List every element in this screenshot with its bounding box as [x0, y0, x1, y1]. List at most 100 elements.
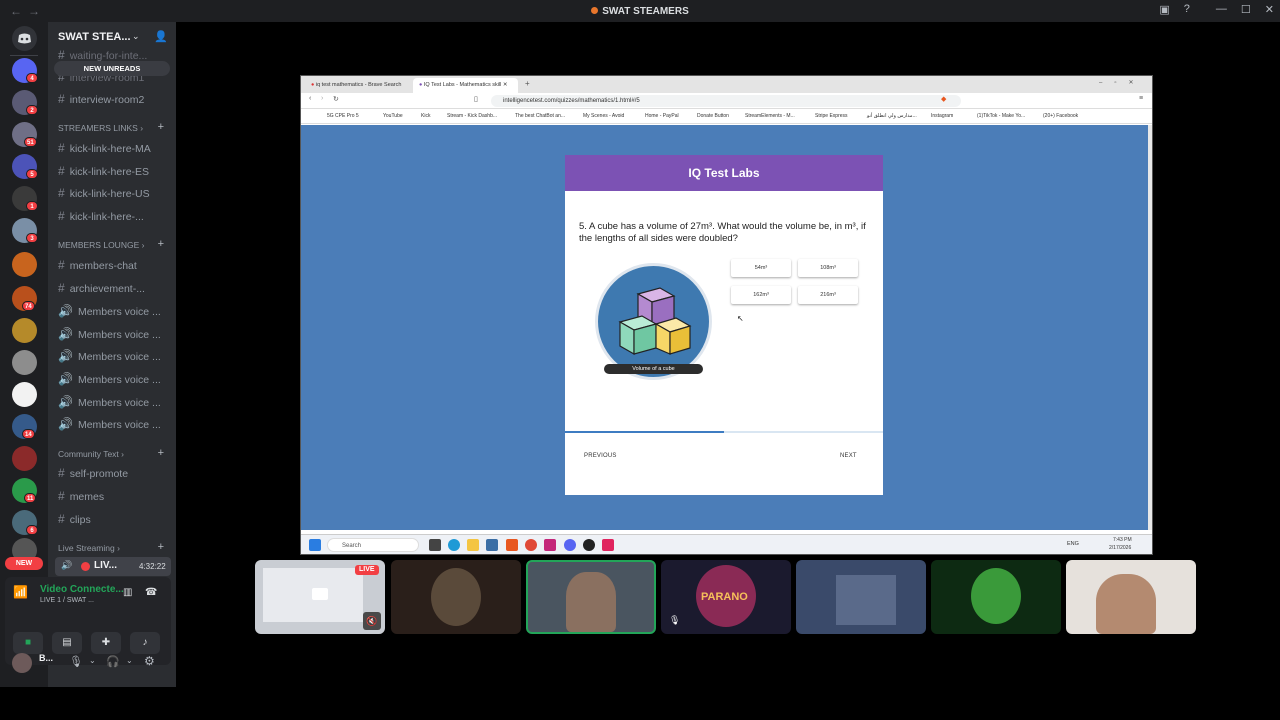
bookmark-item[interactable]: Instagram — [931, 113, 953, 119]
bookmark-item[interactable]: Home - PayPal — [645, 113, 679, 119]
participant-tile[interactable] — [1066, 560, 1196, 634]
window-controls[interactable]: –▫✕ — [1099, 79, 1146, 86]
browser-menu-icon[interactable]: ≡ — [1139, 95, 1143, 102]
folder-icon[interactable] — [467, 539, 479, 551]
obs-icon[interactable] — [583, 539, 595, 551]
bookmark-item[interactable]: Donate Button — [697, 113, 729, 119]
file-explorer-icon[interactable] — [429, 539, 441, 551]
discord-icon[interactable] — [564, 539, 576, 551]
add-channel-icon[interactable]: + — [158, 238, 164, 250]
discord-home-icon[interactable] — [12, 26, 37, 51]
answer-option[interactable]: 162m³ — [731, 286, 791, 304]
channel-item[interactable]: # kick-link-here-MA — [58, 141, 151, 155]
chevron-down-icon[interactable]: ⌄ — [126, 656, 133, 665]
clock-date[interactable]: 2/17/2026 — [1109, 545, 1131, 551]
add-channel-icon[interactable]: + — [158, 541, 164, 553]
avatar[interactable] — [12, 653, 32, 673]
channel-item[interactable]: # kick-link-here-US — [58, 186, 150, 200]
participant-tile[interactable] — [931, 560, 1061, 634]
username[interactable]: B... — [39, 653, 53, 663]
participant-tile-active[interactable] — [526, 560, 656, 634]
chevron-down-icon[interactable]: ⌄ — [89, 656, 96, 665]
microphone-icon[interactable]: 🎙 — [69, 655, 83, 668]
channel-item[interactable]: # self-promote — [58, 466, 128, 480]
bookmark-item[interactable]: StreamElements - M... — [745, 113, 795, 119]
language-indicator[interactable]: ENG — [1067, 541, 1079, 547]
answer-option[interactable]: 54m³ — [731, 259, 791, 277]
browser-tab-active[interactable]: ● IQ Test Labs - Mathematics skill ✕ — [413, 78, 518, 93]
mute-icon[interactable]: 🔇 — [363, 612, 381, 630]
bookmark-item[interactable]: 5G CPE Pro 5 — [327, 113, 359, 119]
voice-status-sub[interactable]: LIVE 1 / SWAT ... — [40, 597, 94, 604]
gear-icon[interactable]: ⚙ — [144, 654, 155, 668]
bookmark-item[interactable]: (20+) Facebook — [1043, 113, 1078, 119]
taskbar-search[interactable]: Search — [327, 538, 419, 552]
live-voice-channel[interactable]: 🔊 LIV... 4:32:22 — [55, 557, 171, 576]
category-header[interactable]: Community Text › — [58, 449, 124, 459]
category-header[interactable]: Live Streaming › — [58, 543, 120, 553]
noise-suppression-icon[interactable]: ▥ — [123, 587, 132, 598]
channel-item[interactable]: # members-chat — [58, 258, 137, 272]
previous-button[interactable]: PREVIOUS — [584, 453, 617, 459]
next-button[interactable]: NEXT — [840, 453, 857, 459]
answer-option[interactable]: 216m³ — [798, 286, 858, 304]
channel-item[interactable]: # waiting-for-inte... — [58, 48, 147, 62]
brave-icon[interactable] — [506, 539, 518, 551]
guild-name[interactable]: SWAT STEA... — [58, 31, 131, 43]
channel-item[interactable]: # archievement-... — [58, 281, 145, 295]
voice-channel-item[interactable]: 🔊 Members voice ... — [58, 349, 161, 363]
voice-channel-item[interactable]: 🔊 Members voice ... — [58, 372, 161, 386]
stream-tile-screenshare[interactable]: LIVE 🔇 — [255, 560, 385, 634]
bookmark-item[interactable]: YouTube — [383, 113, 403, 119]
chevron-down-icon[interactable]: ⌄ — [132, 31, 140, 42]
bookmark-item[interactable]: Stripe Express — [815, 113, 848, 119]
category-header[interactable]: MEMBERS LOUNGE › — [58, 240, 144, 250]
minimize-icon[interactable]: — — [1216, 3, 1227, 16]
voice-channel-item[interactable]: 🔊 Members voice ... — [58, 327, 161, 341]
voice-channel-item[interactable]: 🔊 Members voice ... — [58, 417, 161, 431]
channel-item[interactable]: # clips — [58, 512, 91, 526]
bookmark-item[interactable]: The best ChatBot an... — [515, 113, 565, 119]
participant-tile[interactable]: PARANO 🎙 — [661, 560, 791, 634]
bookmark-icon[interactable]: ▯ — [474, 95, 478, 103]
voice-channel-item[interactable]: 🔊 Members voice ... — [58, 395, 161, 409]
edge-icon[interactable] — [448, 539, 460, 551]
forward-icon[interactable]: › — [321, 95, 323, 102]
channel-item[interactable]: # kick-link-here-ES — [58, 164, 149, 178]
server-icon[interactable] — [12, 252, 37, 277]
chrome-icon[interactable] — [525, 539, 537, 551]
add-channel-icon[interactable]: + — [158, 121, 164, 133]
channel-item[interactable]: # kick-link-here-... — [58, 209, 144, 223]
maximize-icon[interactable]: ☐ — [1241, 3, 1251, 16]
add-member-icon[interactable]: 👤 — [154, 30, 168, 43]
page-scrollbar[interactable] — [1148, 125, 1152, 530]
windows-start-icon[interactable] — [309, 539, 321, 551]
answer-option[interactable]: 108m³ — [798, 259, 858, 277]
store-icon[interactable] — [486, 539, 498, 551]
headphones-icon[interactable]: 🎧 — [106, 655, 120, 668]
close-icon[interactable]: ✕ — [1265, 3, 1274, 16]
category-header[interactable]: STREAMERS LINKS › — [58, 123, 143, 133]
bookmark-item[interactable]: My Scenes - Avoid — [583, 113, 624, 119]
clock-time[interactable]: 7:43 PM — [1113, 537, 1132, 543]
brave-shield-icon[interactable]: ◆ — [941, 95, 946, 103]
new-unreads-pill[interactable]: NEW UNREADS — [54, 61, 170, 76]
bookmark-item[interactable]: (1)TikTok - Make Yo... — [977, 113, 1025, 119]
voice-channel-item[interactable]: 🔊 Members voice ... — [58, 304, 161, 318]
channel-item[interactable]: # memes — [58, 489, 104, 503]
participant-tile[interactable] — [796, 560, 926, 634]
server-icon[interactable] — [12, 382, 37, 407]
browser-tab[interactable]: ● iq test mathematics - Brave Search — [305, 78, 409, 93]
help-icon[interactable]: ? — [1184, 3, 1190, 16]
tiktok-icon[interactable] — [602, 539, 614, 551]
server-icon[interactable] — [12, 350, 37, 375]
new-tab-icon[interactable]: + — [525, 79, 530, 88]
url-field[interactable]: intelligencetest.com/quizzes/mathematics… — [491, 95, 961, 107]
bookmark-item[interactable]: مدارس ولي انطلق أنو... — [867, 113, 917, 119]
bookmark-item[interactable]: Stream - Kick Dashb... — [447, 113, 497, 119]
add-channel-icon[interactable]: + — [158, 447, 164, 459]
server-icon[interactable] — [12, 446, 37, 471]
disconnect-icon[interactable]: ☎ — [145, 587, 157, 598]
channel-item[interactable]: # interview-room2 — [58, 92, 144, 106]
signal-icon[interactable]: 📶 — [13, 585, 28, 599]
